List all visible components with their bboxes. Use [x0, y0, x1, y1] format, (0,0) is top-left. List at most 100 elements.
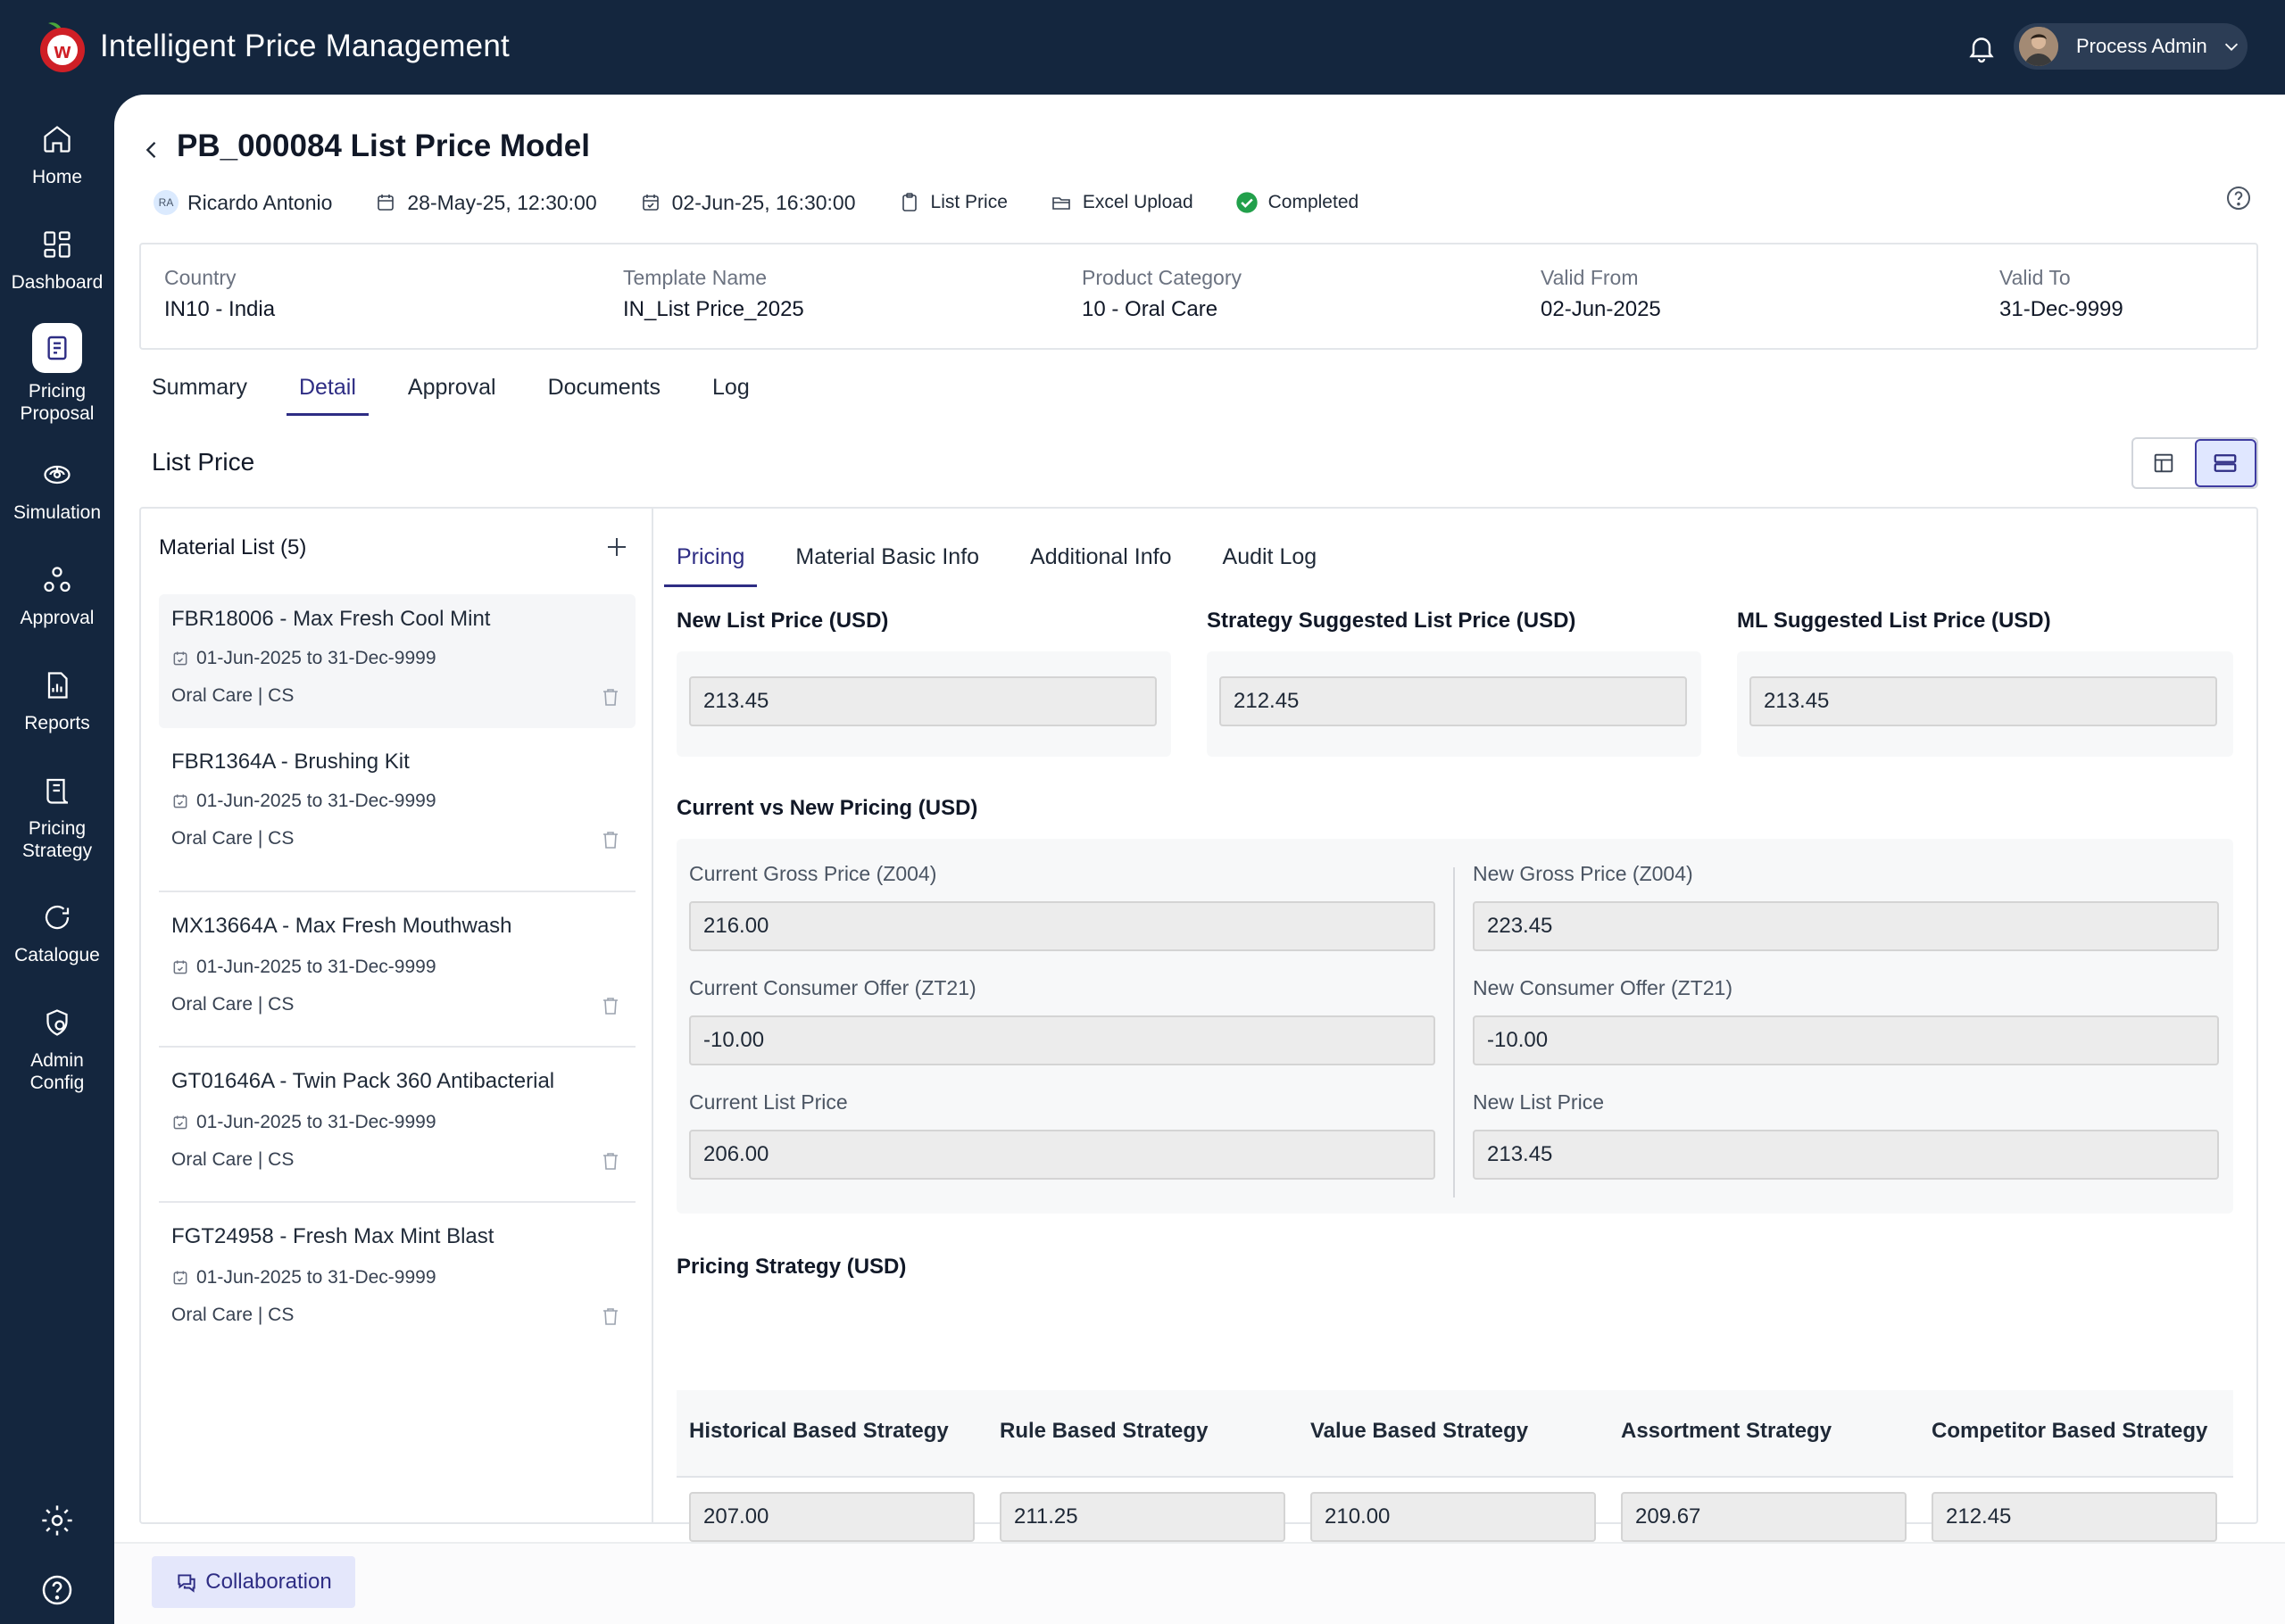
calendar-icon [171, 1269, 189, 1287]
meta-row: RA Ricardo Antonio 28-May-25, 12:30:00 0… [154, 182, 1400, 223]
bell-icon[interactable] [1965, 32, 1998, 64]
current-offer-label: Current Consumer Offer (ZT21) [689, 976, 976, 999]
sidebar-item-home[interactable]: Home [0, 121, 114, 188]
sidebar-item-pricing-strategy[interactable]: Pricing Strategy [0, 773, 114, 862]
ml-suggested-field[interactable]: 213.45 [1749, 676, 2217, 726]
back-arrow-icon[interactable] [139, 134, 164, 166]
section-title: List Price [152, 448, 255, 476]
new-list-price-label: New List Price (USD) [677, 609, 889, 633]
date-range: 01-Jun-2025 to 31-Dec-9999 [196, 1112, 436, 1132]
user-menu[interactable]: Process Admin [2014, 23, 2248, 70]
status-badge: Completed [1267, 192, 1359, 212]
field-value: 02-Jun-2025 [1541, 297, 1661, 321]
sidebar-item-admin-config[interactable]: Admin Config [0, 1005, 114, 1094]
date-range: 01-Jun-2025 to 31-Dec-9999 [196, 791, 436, 811]
collaboration-button[interactable]: Collaboration [152, 1556, 355, 1608]
material-detail: Pricing Material Basic Info Additional I… [655, 509, 2256, 1560]
sidebar-item-label: Approval [20, 608, 95, 628]
list-item[interactable]: GT01646A - Twin Pack 360 Antibacterial 0… [159, 1048, 636, 1203]
list-item[interactable]: MX13664A - Max Fresh Mouthwash 01-Jun-20… [159, 892, 636, 1048]
ml-suggested-label: ML Suggested List Price (USD) [1737, 609, 2051, 633]
sidebar-item-label: Dashboard [11, 272, 104, 293]
column-header: Competitor Based Strategy [1932, 1419, 2208, 1443]
collaboration-label: Collaboration [205, 1570, 332, 1594]
calendar-icon [171, 1114, 189, 1131]
sidebar-item-reports[interactable]: Reports [0, 667, 114, 734]
material-category: Oral Care | CS [171, 685, 295, 706]
dashboard-icon [39, 227, 75, 262]
field-label: Product Category [1082, 266, 1242, 289]
tab-audit-log[interactable]: Audit Log [1223, 526, 1317, 584]
assortment-strategy-field[interactable]: 209.67 [1621, 1492, 1907, 1542]
rule-strategy-field[interactable]: 211.25 [1000, 1492, 1285, 1542]
add-icon[interactable] [603, 534, 630, 560]
sidebar-item-approval[interactable]: Approval [0, 562, 114, 629]
tab-material-basic-info[interactable]: Material Basic Info [795, 526, 979, 584]
tab-additional-info[interactable]: Additional Info [1030, 526, 1171, 584]
pricing-strategy-icon [39, 773, 75, 808]
sidebar-item-pricing-proposal[interactable]: Pricing Proposal [0, 323, 114, 425]
new-offer-field[interactable]: -10.00 [1473, 1015, 2219, 1065]
new-list-label: New List Price [1473, 1090, 1604, 1114]
new-gross-field[interactable]: 223.45 [1473, 901, 2219, 951]
field-label: Template Name [623, 266, 768, 289]
current-list-label: Current List Price [689, 1090, 848, 1114]
sidebar-item-label: Simulation [12, 502, 102, 523]
trash-icon[interactable] [600, 1305, 621, 1328]
tab-summary[interactable]: Summary [152, 362, 247, 414]
calendar-icon [171, 792, 189, 810]
chevron-down-icon [2222, 37, 2241, 56]
list-item[interactable]: FBR1364A - Brushing Kit 01-Jun-2025 to 3… [159, 737, 636, 892]
current-gross-field[interactable]: 216.00 [689, 901, 1435, 951]
material-dates: 01-Jun-2025 to 31-Dec-9999 [171, 1112, 436, 1133]
material-category: Oral Care | CS [171, 994, 295, 1015]
trash-icon[interactable] [600, 828, 621, 851]
valid-to-field: Valid To 31-Dec-9999 [1999, 266, 2123, 322]
sidebar-item-label: Home [31, 167, 83, 187]
reports-icon [39, 667, 75, 703]
new-list-price-field[interactable]: 213.45 [689, 676, 1157, 726]
admin-config-icon [39, 1005, 75, 1040]
tab-documents[interactable]: Documents [548, 362, 661, 414]
field-value: IN10 - India [164, 297, 276, 321]
competitor-strategy-field[interactable]: 212.45 [1932, 1492, 2217, 1542]
trash-icon[interactable] [600, 685, 621, 708]
current-list-field[interactable]: 206.00 [689, 1130, 1435, 1180]
main-panel: PB_000084 List Price Model RA Ricardo An… [114, 95, 2285, 1624]
footer-bar: Collaboration [114, 1542, 2285, 1624]
sidebar-item-simulation[interactable]: Simulation [0, 457, 114, 524]
tab-log[interactable]: Log [712, 362, 750, 414]
divider [1453, 867, 1455, 1197]
status: Completed [1234, 190, 1359, 215]
product-category-field: Product Category 10 - Oral Care [1082, 266, 1242, 322]
table-view-icon[interactable] [2133, 439, 2195, 487]
app-logo[interactable]: w [36, 20, 89, 73]
list-view-icon[interactable] [2194, 439, 2256, 487]
list-item[interactable]: FGT24958 - Fresh Max Mint Blast 01-Jun-2… [159, 1203, 636, 1355]
help-icon[interactable] [39, 1572, 75, 1608]
list-item[interactable]: FBR18006 - Max Fresh Cool Mint 01-Jun-20… [159, 594, 636, 728]
column-header: Value Based Strategy [1310, 1419, 1529, 1443]
price-type-text: List Price [930, 192, 1008, 212]
trash-icon[interactable] [600, 994, 621, 1017]
simulation-icon [39, 457, 75, 493]
content-box: Material List (5) FBR18006 - Max Fresh C… [139, 507, 2258, 1560]
settings-gear-icon[interactable] [39, 1503, 75, 1538]
current-offer-field[interactable]: -10.00 [689, 1015, 1435, 1065]
material-dates: 01-Jun-2025 to 31-Dec-9999 [171, 648, 436, 669]
sidebar-item-dashboard[interactable]: Dashboard [0, 227, 114, 294]
avatar [2019, 27, 2058, 66]
new-list-field[interactable]: 213.45 [1473, 1130, 2219, 1180]
historical-strategy-field[interactable]: 207.00 [689, 1492, 975, 1542]
sidebar-item-catalogue[interactable]: Catalogue [0, 899, 114, 966]
value-strategy-field[interactable]: 210.00 [1310, 1492, 1596, 1542]
trash-icon[interactable] [600, 1149, 621, 1172]
field-label: Valid From [1541, 266, 1639, 289]
tab-pricing[interactable]: Pricing [663, 526, 758, 587]
tab-detail[interactable]: Detail [286, 362, 369, 416]
field-label: Valid To [1999, 266, 2071, 289]
folder-icon [1049, 190, 1074, 215]
strategy-suggested-field[interactable]: 212.45 [1219, 676, 1687, 726]
tab-approval[interactable]: Approval [408, 362, 496, 414]
help-circle-icon[interactable] [2224, 184, 2253, 212]
